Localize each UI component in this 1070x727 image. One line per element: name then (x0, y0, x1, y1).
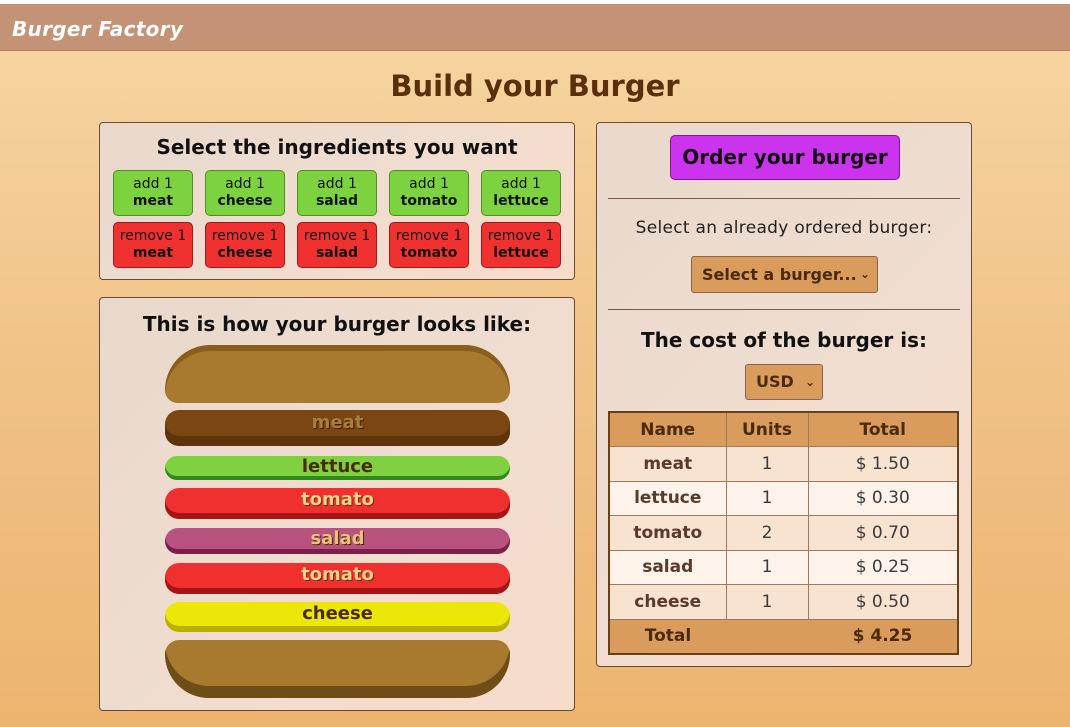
currency-select[interactable]: USD ⌄ (745, 364, 823, 400)
remove-tomato-button[interactable]: remove 1 tomato (389, 222, 469, 268)
row-units: 2 (725, 515, 809, 551)
burger-select[interactable]: Select a burger... ⌄ (691, 256, 878, 293)
burger-layer-salad: salad (165, 528, 510, 554)
chevron-down-icon: ⌄ (804, 375, 815, 389)
remove-cheese-button[interactable]: remove 1 cheese (205, 222, 285, 268)
table-total-row: Total $ 4.25 (609, 618, 958, 654)
row-total: $ 0.25 (807, 549, 959, 585)
column-header-name: Name (608, 411, 727, 447)
add-lettuce-button[interactable]: add 1 lettuce (481, 170, 561, 216)
navbar: Burger Factory (0, 4, 1070, 51)
burger-layer-tomato: tomato (165, 563, 510, 594)
add-prefix: add 1 (317, 176, 357, 192)
preview-heading: This is how your burger looks like: (142, 312, 532, 336)
remove-prefix: remove 1 (119, 228, 187, 244)
row-total: $ 0.30 (807, 480, 959, 516)
page-title: Build your Burger (390, 69, 680, 103)
add-tomato-button[interactable]: add 1 tomato (389, 170, 469, 216)
remove-prefix: remove 1 (303, 228, 371, 244)
table-row: salad 1 $ 0.25 (608, 549, 959, 585)
ingredient-name: salad (315, 193, 359, 209)
table-row: meat 1 $ 1.50 (608, 446, 959, 482)
ingredient-name: cheese (217, 245, 273, 261)
row-total: $ 1.50 (807, 446, 959, 482)
add-prefix: add 1 (133, 176, 173, 192)
remove-meat-button[interactable]: remove 1 meat (113, 222, 193, 268)
table-row: tomato 2 $ 0.70 (608, 515, 959, 551)
divider (608, 309, 960, 310)
column-header-total: Total (807, 411, 959, 447)
row-name: meat (608, 446, 727, 482)
ingredient-name: tomato (400, 193, 458, 209)
add-cheese-button[interactable]: add 1 cheese (205, 170, 285, 216)
remove-prefix: remove 1 (211, 228, 279, 244)
row-name: lettuce (608, 480, 727, 516)
row-total: $ 0.70 (807, 515, 959, 551)
total-label: Total (609, 618, 726, 654)
order-burger-button[interactable]: Order your burger (670, 135, 900, 180)
remove-lettuce-button[interactable]: remove 1 lettuce (481, 222, 561, 268)
currency-select-value: USD (756, 372, 794, 391)
add-prefix: add 1 (501, 176, 541, 192)
table-header-row: Name Units Total (608, 411, 959, 447)
remove-prefix: remove 1 (395, 228, 463, 244)
select-burger-label: Select an already ordered burger: (635, 218, 933, 238)
order-panel: Order your burger Select an already orde… (596, 122, 972, 667)
burger-preview-panel: This is how your burger looks like: meat… (99, 297, 575, 711)
burger-layer-lettuce: lettuce (165, 456, 510, 480)
ingredient-name: lettuce (493, 193, 549, 209)
ingredient-name: cheese (217, 193, 273, 209)
burger-layer-tomato: tomato (165, 488, 510, 519)
add-meat-button[interactable]: add 1 meat (113, 170, 193, 216)
ingredients-panel: Select the ingredients you want add 1 mea… (99, 122, 575, 280)
cost-label: The cost of the burger is: (640, 328, 928, 352)
bun-top (165, 345, 510, 403)
chevron-down-icon: ⌄ (859, 267, 870, 281)
table-row: lettuce 1 $ 0.30 (608, 480, 959, 516)
row-units: 1 (725, 446, 809, 482)
row-name: cheese (608, 584, 727, 620)
brand-logo[interactable]: Burger Factory (12, 17, 183, 41)
ingredient-name: salad (315, 245, 359, 261)
add-salad-button[interactable]: add 1 salad (297, 170, 377, 216)
ingredient-name: lettuce (493, 245, 549, 261)
add-prefix: add 1 (225, 176, 265, 192)
add-prefix: add 1 (409, 176, 449, 192)
row-units: 1 (725, 480, 809, 516)
burger-select-value: Select a burger... (702, 265, 857, 284)
burger-layer-meat: meat (165, 410, 510, 446)
ingredient-name: meat (132, 193, 174, 209)
row-name: tomato (608, 515, 727, 551)
remove-salad-button[interactable]: remove 1 salad (297, 222, 377, 268)
row-units: 1 (725, 549, 809, 585)
row-total: $ 0.50 (807, 584, 959, 620)
divider (608, 198, 960, 199)
row-name: salad (608, 549, 727, 585)
bun-bottom (165, 640, 510, 698)
cost-table: Name Units Total meat 1 $ 1.50 lettuce 1… (608, 411, 959, 655)
ingredient-name: meat (132, 245, 174, 261)
burger-layer-cheese: cheese (165, 602, 510, 632)
table-row: cheese 1 $ 0.50 (608, 584, 959, 620)
column-header-units: Units (725, 411, 809, 447)
remove-prefix: remove 1 (487, 228, 555, 244)
total-value: $ 4.25 (808, 618, 958, 654)
ingredients-heading: Select the ingredients you want (156, 135, 518, 159)
row-units: 1 (725, 584, 809, 620)
ingredient-name: tomato (400, 245, 458, 261)
total-spacer (726, 618, 808, 654)
